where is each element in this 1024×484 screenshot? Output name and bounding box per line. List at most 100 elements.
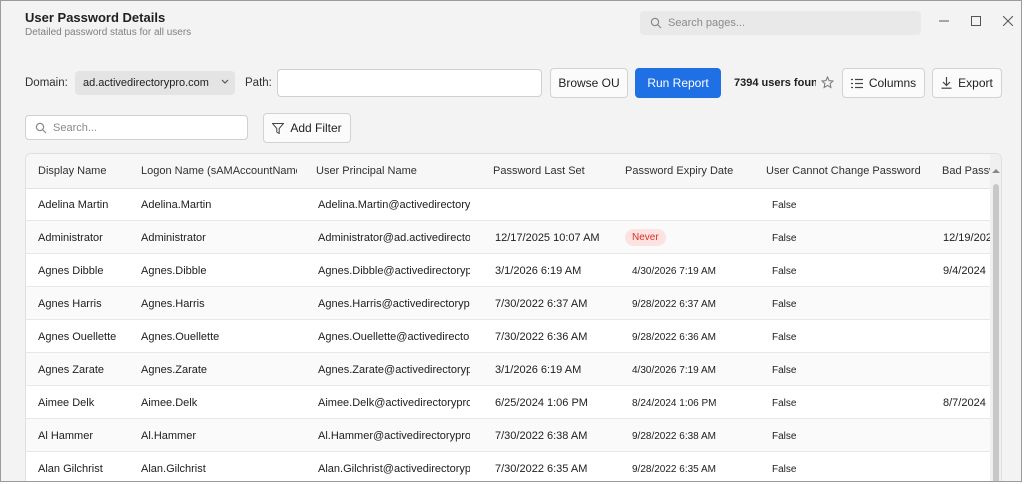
cell-cannot-change: False (772, 200, 797, 211)
chevron-down-icon (221, 79, 229, 84)
filter-icon (272, 122, 285, 134)
app-window: User Password Details Detailed password … (0, 0, 1022, 482)
cell-upn: Aimee.Delk@activedirectorypro.com (318, 397, 470, 409)
search-pages-input[interactable]: Search pages... (640, 11, 921, 35)
cell-logon-name: Adelina.Martin (141, 199, 212, 211)
cell-password-expiry: 9/28/2022 6:35 AM (632, 464, 716, 475)
add-filter-label: Add Filter (290, 121, 342, 135)
cell-cannot-change: False (772, 266, 797, 277)
column-header-upn[interactable]: User Principal Name (316, 165, 476, 177)
cell-upn: Agnes.Dibble@activedirectorypro.com (318, 265, 470, 277)
users-table: Display Name Logon Name (sAMAccountName)… (25, 153, 1002, 481)
cell-logon-name: Agnes.Ouellette (141, 331, 220, 343)
cell-password-last-set: 3/1/2026 6:19 AM (495, 265, 582, 277)
cell-cannot-change: False (772, 464, 797, 475)
table-row[interactable]: Adelina Martin Adelina.Martin Adelina.Mart… (26, 188, 990, 221)
table-row[interactable]: Agnes Ouellette Agnes.Ouellette Agnes.Ouel… (26, 320, 990, 353)
users-found-count: 7394 users found (734, 77, 816, 89)
cell-cannot-change: False (772, 233, 797, 244)
cell-display-name: Alan Gilchrist (38, 463, 103, 475)
column-header-bad-password[interactable]: Bad Password Time (942, 165, 990, 177)
search-pages-placeholder: Search pages... (668, 17, 746, 29)
domain-select[interactable]: ad.activedirectorypro.com (75, 71, 235, 95)
cell-display-name: Administrator (38, 232, 103, 244)
maximize-button[interactable] (967, 12, 985, 30)
cell-logon-name: Alan.Gilchrist (141, 463, 206, 475)
cell-cannot-change: False (772, 365, 797, 376)
search-icon (650, 17, 662, 29)
cell-password-last-set: 7/30/2022 6:36 AM (495, 331, 588, 343)
path-label: Path: (245, 77, 272, 89)
table-row[interactable]: Agnes Harris Agnes.Harris Agnes.Harris@act… (26, 287, 990, 320)
table-row[interactable]: Agnes Zarate Agnes.Zarate Agnes.Zarate@act… (26, 353, 990, 386)
domain-label: Domain: (25, 77, 68, 89)
cell-display-name: Aimee Delk (38, 397, 95, 409)
maximize-icon (971, 16, 981, 26)
table-header: Display Name Logon Name (sAMAccountName)… (26, 154, 990, 189)
run-report-button[interactable]: Run Report (635, 68, 721, 98)
browse-ou-button[interactable]: Browse OU (550, 68, 628, 98)
cell-password-last-set: 7/30/2022 6:38 AM (495, 430, 588, 442)
cell-cannot-change: False (772, 299, 797, 310)
cell-cannot-change: False (772, 332, 797, 343)
cell-display-name: Agnes Dibble (38, 265, 104, 277)
path-input[interactable] (277, 69, 542, 97)
star-icon[interactable] (821, 76, 834, 89)
column-header-logon-name[interactable]: Logon Name (sAMAccountName) (141, 165, 297, 177)
cell-password-last-set: 6/25/2024 1:06 PM (495, 397, 588, 409)
cell-password-last-set: 7/30/2022 6:35 AM (495, 463, 588, 475)
column-header-cannot-change[interactable]: User Cannot Change Password (766, 165, 926, 177)
cell-password-last-set: 3/1/2026 6:19 AM (495, 364, 582, 376)
cell-display-name: Al Hammer (38, 430, 94, 442)
columns-button[interactable]: Columns (842, 68, 925, 98)
cell-logon-name: Aimee.Delk (141, 397, 198, 409)
vertical-scrollbar[interactable] (990, 154, 1001, 481)
search-icon (35, 122, 47, 133)
column-header-password-expiry[interactable]: Password Expiry Date (625, 165, 750, 177)
page-title: User Password Details (25, 10, 166, 25)
cell-cannot-change: False (772, 431, 797, 442)
cell-password-last-set: 7/30/2022 6:37 AM (495, 298, 588, 310)
cell-upn: Administrator@ad.activedirectorypro.com (318, 232, 470, 244)
cell-logon-name: Agnes.Harris (141, 298, 205, 310)
cell-password-expiry: 4/30/2026 7:19 AM (632, 365, 716, 376)
column-header-password-last-set[interactable]: Password Last Set (493, 165, 608, 177)
cell-password-last-set: 12/17/2025 10:07 AM (495, 232, 600, 244)
cell-display-name: Agnes Ouellette (38, 331, 117, 343)
minimize-icon (939, 20, 949, 22)
cell-logon-name: Al.Hammer (141, 430, 197, 442)
cell-bad-password: 12/19/2025 (943, 232, 990, 244)
cell-password-expiry: 9/28/2022 6:36 AM (632, 332, 716, 343)
scrollbar-thumb[interactable] (993, 184, 999, 481)
minimize-button[interactable] (935, 12, 953, 30)
cell-bad-password: 9/4/2024 (943, 265, 986, 277)
cell-display-name: Agnes Zarate (38, 364, 105, 376)
cell-password-expiry: 4/30/2026 7:19 AM (632, 266, 716, 277)
column-header-display-name[interactable]: Display Name (38, 165, 133, 177)
cell-display-name: Adelina Martin (38, 199, 109, 211)
table-search-input[interactable]: Search... (25, 115, 248, 140)
table-row[interactable]: Alan Gilchrist Alan.Gilchrist Alan.Gilchri… (26, 452, 990, 481)
export-button[interactable]: Export (932, 68, 1002, 98)
table-row[interactable]: Aimee Delk Aimee.Delk Aimee.Delk@activedir… (26, 386, 990, 419)
table-row[interactable]: Agnes Dibble Agnes.Dibble Agnes.Dibble@act… (26, 254, 990, 287)
table-row[interactable]: Administrator Administrator Administrator@… (26, 221, 990, 254)
add-filter-button[interactable]: Add Filter (263, 113, 351, 143)
close-button[interactable] (999, 12, 1017, 30)
cell-password-expiry: 9/28/2022 6:37 AM (632, 299, 716, 310)
scroll-up-icon[interactable] (992, 168, 1000, 174)
cell-upn: Alan.Gilchrist@activedirectorypro.com (318, 463, 470, 475)
cell-upn: Agnes.Zarate@activedirectorypro.com (318, 364, 470, 376)
cell-upn: Agnes.Ouellette@activedirectorypro.com (318, 331, 470, 343)
never-expires-badge: Never (625, 229, 666, 246)
cell-logon-name: Agnes.Dibble (141, 265, 207, 277)
cell-upn: Al.Hammer@activedirectorypro.com (318, 430, 470, 442)
cell-logon-name: Administrator (141, 232, 206, 244)
cell-bad-password: 8/7/2024 (943, 397, 986, 409)
close-icon (1003, 16, 1013, 26)
columns-icon (850, 78, 863, 88)
cell-display-name: Agnes Harris (38, 298, 102, 310)
table-search-placeholder: Search... (53, 121, 98, 134)
table-row[interactable]: Al Hammer Al.Hammer Al.Hammer@activedirect… (26, 419, 990, 452)
columns-button-label: Columns (868, 76, 917, 90)
